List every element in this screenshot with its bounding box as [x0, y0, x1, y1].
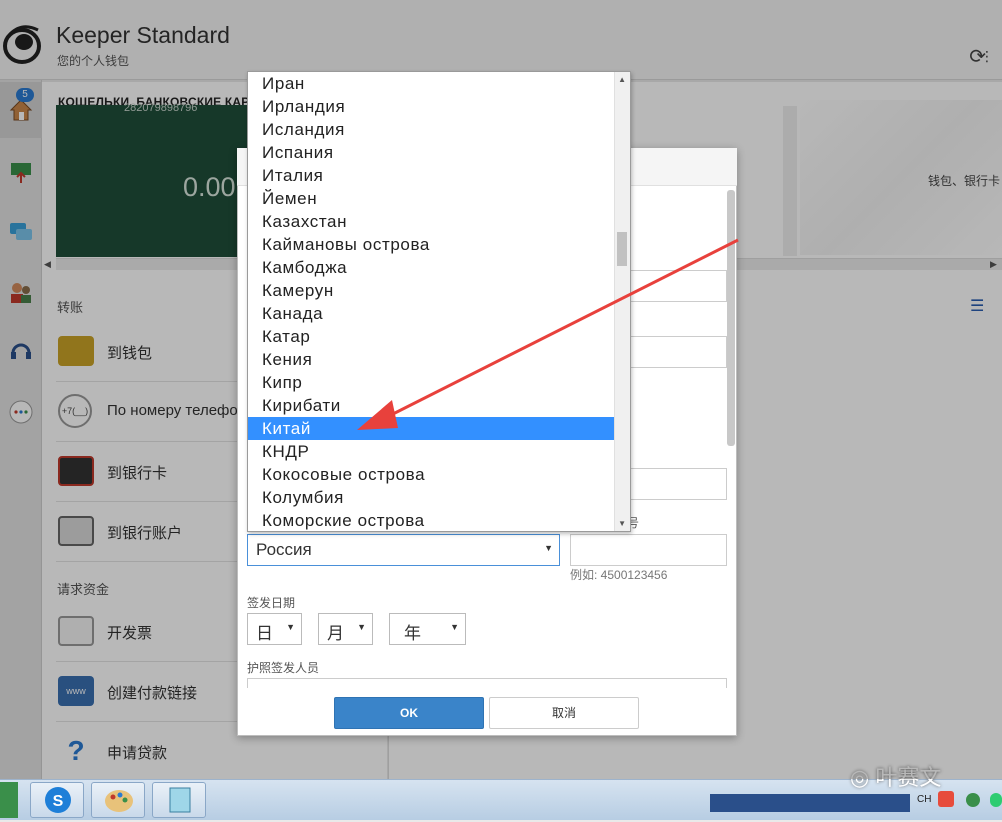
passport-number-input[interactable]	[570, 534, 727, 566]
tray-app-icon[interactable]	[990, 793, 1002, 807]
passport-number-example: 例如: 4500123456	[570, 568, 668, 582]
year-select[interactable]: 年 ▼	[389, 613, 466, 645]
dialog-scrollbar[interactable]	[727, 190, 735, 446]
country-option[interactable]: Катар	[248, 325, 615, 348]
menu-item-label: 开发票	[107, 625, 153, 642]
country-option[interactable]: Кокосовые острова	[248, 463, 615, 486]
list-menu-icon[interactable]: ☰	[970, 296, 984, 316]
app-title: Keeper Standard	[56, 22, 230, 48]
country-option[interactable]: Италия	[248, 164, 615, 187]
country-option[interactable]: Кения	[248, 348, 615, 371]
watermark-text: 叶赛文	[875, 765, 942, 790]
country-option[interactable]: Казахстан	[248, 210, 615, 233]
chevron-down-icon: ▼	[357, 622, 366, 632]
start-app-icon[interactable]	[0, 782, 18, 818]
menu-item-label: 创建付款链接	[107, 685, 198, 702]
dropdown-scrollbar[interactable]: ▲ ▼	[614, 72, 630, 531]
wallet-icon	[58, 336, 94, 366]
cancel-button[interactable]: 取消	[489, 697, 639, 729]
scroll-up-icon[interactable]: ▲	[618, 75, 626, 84]
scroll-right-icon[interactable]: ▶	[990, 259, 997, 270]
chevron-down-icon: ▼	[286, 622, 295, 632]
menu-item-label: 申请贷款	[107, 745, 168, 762]
support-headset-icon[interactable]	[0, 324, 42, 380]
invoice-icon	[58, 616, 94, 646]
phone-number-icon: +7(__)	[58, 394, 92, 428]
menu-item-label: По номеру телефона	[107, 402, 255, 419]
more-menu-icon[interactable]: ⋮	[980, 48, 994, 65]
input-language-indicator[interactable]: CH	[917, 794, 931, 805]
bank-card-icon	[58, 456, 94, 486]
wallet-card-number: 282079898796	[124, 102, 198, 114]
country-option[interactable]: Камерун	[248, 279, 615, 302]
country-option[interactable]: Китай	[248, 417, 615, 440]
wallet-strip-divider	[783, 106, 797, 256]
country-option[interactable]: Иран	[248, 72, 615, 95]
bank-account-icon	[58, 516, 94, 546]
year-select-value: 年	[404, 624, 421, 643]
country-dropdown-list[interactable]: Иран Ирландия Исландия Испания Италия Йемен Ка…	[247, 71, 631, 532]
month-select-value: 月	[327, 624, 344, 643]
chevron-down-icon: ▼	[544, 543, 553, 553]
withdraw-icon[interactable]	[0, 144, 42, 200]
taskbar-search-app-icon[interactable]: S	[30, 782, 84, 818]
country-option[interactable]: Коморские острова	[248, 509, 615, 531]
scroll-down-icon[interactable]: ▼	[618, 519, 626, 528]
ok-button[interactable]: OK	[334, 697, 484, 729]
more-apps-icon[interactable]	[0, 384, 42, 440]
loan-icon: ?	[67, 735, 85, 766]
country-option[interactable]: Йемен	[248, 187, 615, 210]
country-option[interactable]: Исландия	[248, 118, 615, 141]
country-option[interactable]: Ирландия	[248, 95, 615, 118]
wechat-watermark: ◎ 叶赛文	[850, 760, 941, 792]
day-select[interactable]: 日 ▼	[247, 613, 302, 645]
issuer-label: 护照签发人员	[247, 661, 320, 675]
wechat-logo-icon: ◎	[850, 765, 870, 790]
country-option[interactable]: Канада	[248, 302, 615, 325]
payment-link-icon: www	[58, 676, 94, 706]
country-options: Иран Ирландия Исландия Испания Италия Йемен Ка…	[248, 72, 615, 531]
menu-item-label: 到钱包	[107, 345, 153, 362]
country-option[interactable]: Испания	[248, 141, 615, 164]
menu-item-label: 到银行卡	[107, 465, 168, 482]
day-select-value: 日	[256, 624, 273, 643]
country-option[interactable]: Кипр	[248, 371, 615, 394]
scroll-left-icon[interactable]: ◀	[44, 259, 51, 270]
sogou-tray-icon[interactable]	[938, 791, 954, 807]
notification-badge: 5	[16, 88, 34, 102]
keeper-logo-icon	[2, 8, 44, 68]
add-wallet-text: 钱包、银行卡	[928, 174, 1001, 188]
sidebar	[0, 80, 42, 780]
country-option[interactable]: КНДР	[248, 440, 615, 463]
country-select-value: Россия	[256, 540, 312, 559]
security-tray-icon[interactable]	[966, 793, 980, 807]
request-section-title: 请求资金	[57, 582, 110, 597]
country-option[interactable]: Кирибати	[248, 394, 615, 417]
issuer-input[interactable]	[247, 678, 727, 688]
month-select[interactable]: 月 ▼	[318, 613, 373, 645]
wallet-card-amount: 0.00	[183, 172, 236, 202]
transfer-section-title: 转账	[57, 300, 84, 315]
taskbar-paint-app-icon[interactable]	[91, 782, 145, 818]
menu-item-label: 到银行账户	[107, 525, 183, 542]
country-select[interactable]: Россия ▼	[247, 534, 560, 566]
issue-date-label: 签发日期	[247, 596, 296, 610]
contacts-icon[interactable]	[0, 264, 42, 320]
svg-text:S: S	[53, 793, 64, 810]
country-option[interactable]: Колумбия	[248, 486, 615, 509]
chevron-down-icon: ▼	[450, 622, 459, 632]
taskbar-notepad-app-icon[interactable]	[152, 782, 206, 818]
country-option[interactable]: Каймановы острова	[248, 233, 615, 256]
chat-icon[interactable]	[0, 204, 42, 260]
dropdown-scroll-thumb[interactable]	[617, 232, 627, 266]
taskbar-window-strip	[710, 794, 910, 812]
app-subtitle: 您的个人钱包	[57, 54, 130, 68]
country-option[interactable]: Камбоджа	[248, 256, 615, 279]
